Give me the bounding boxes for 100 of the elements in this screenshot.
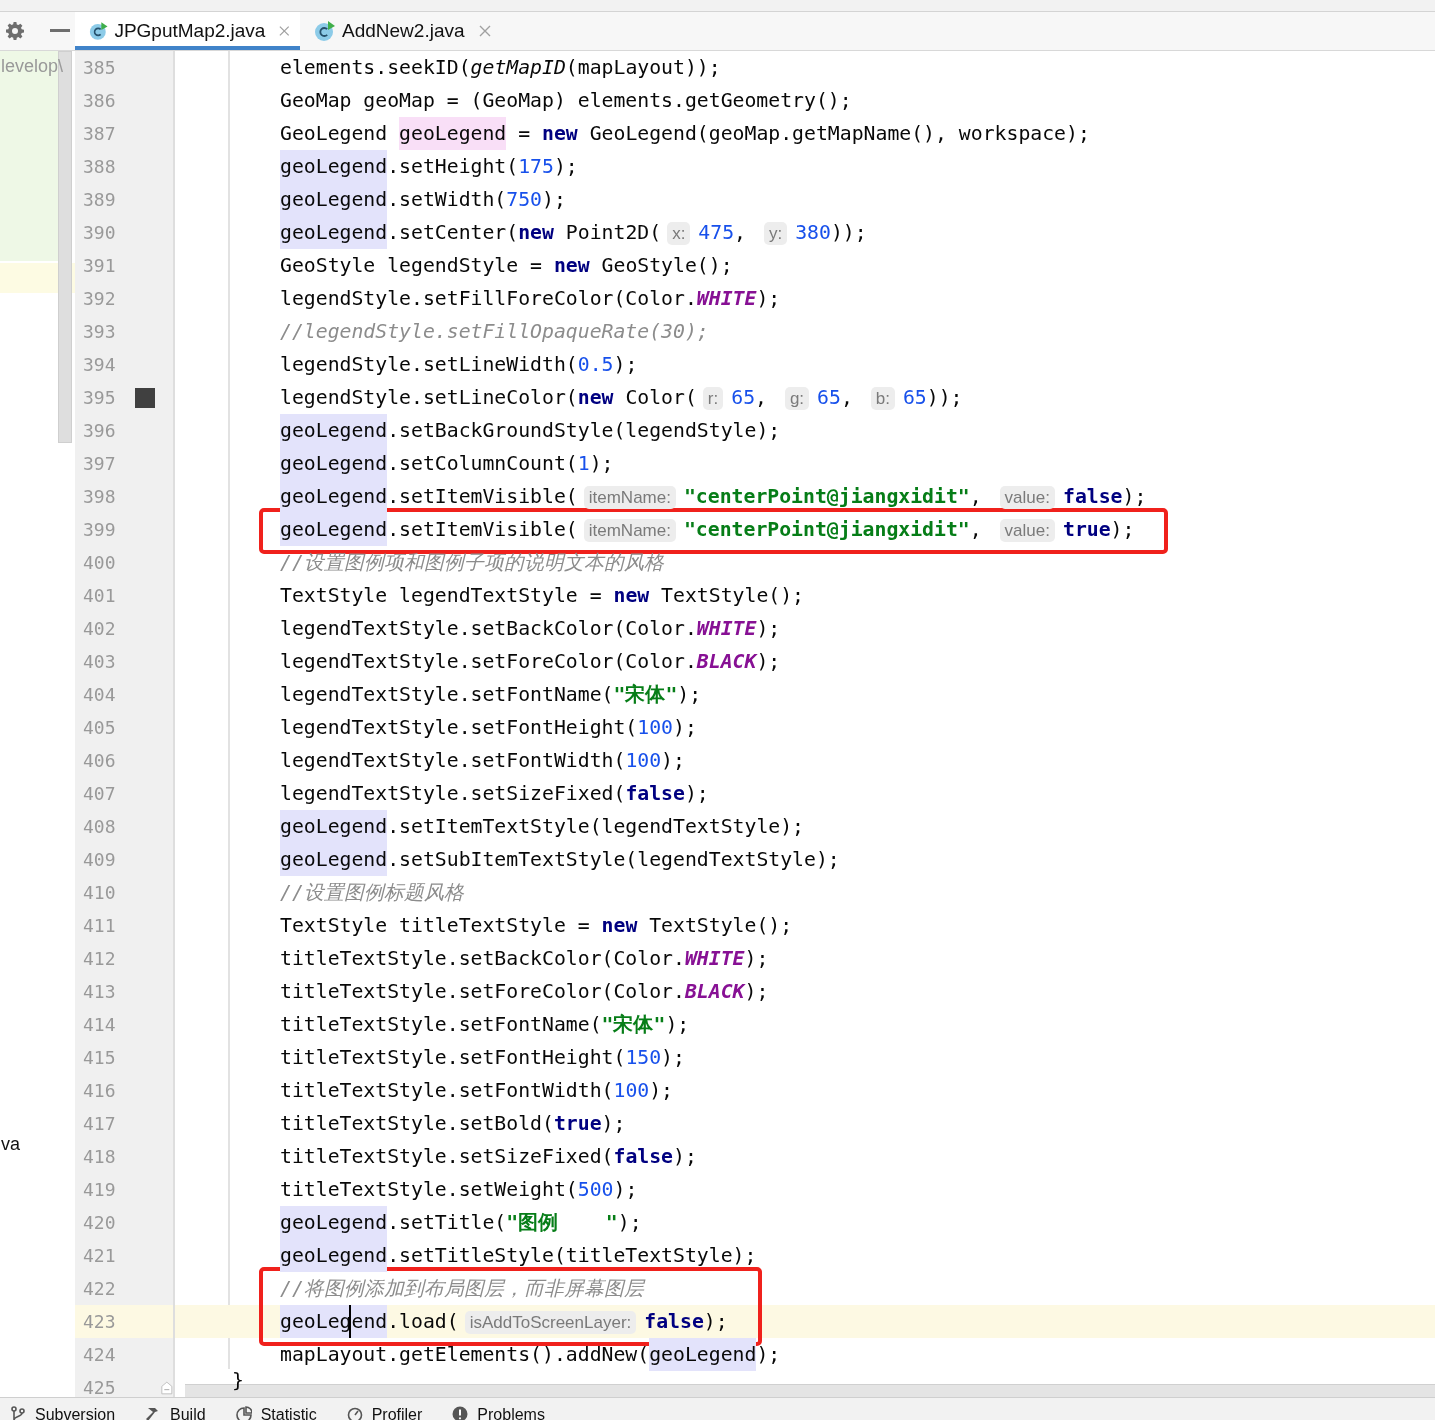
code-line: titleTextStyle.setSizeFixed(false); — [279, 1144, 698, 1170]
line-number: 418 — [82, 1146, 117, 1167]
code-line: legendTextStyle.setFontHeight(100); — [279, 715, 698, 741]
minimize-icon[interactable] — [50, 29, 70, 33]
line-number: 425 — [82, 1377, 117, 1398]
code-line: //设置图例项和图例子项的说明文本的风格 — [279, 550, 665, 576]
tool-window-button[interactable]: Subversion — [10, 1398, 116, 1420]
line-number: 419 — [82, 1179, 117, 1200]
line-number: 413 — [82, 981, 117, 1002]
line-number: 405 — [82, 717, 117, 738]
code-line: geoLegend.setItemVisible( itemName: "centerPoint@jiangxidit", value: true); — [280, 513, 1135, 546]
branch-icon — [10, 1406, 26, 1420]
code-line: legendStyle.setLineWidth(0.5); — [279, 352, 639, 378]
project-tree-item[interactable]: va — [1, 1134, 20, 1155]
code-line: titleTextStyle.setBackColor(Color.WHITE); — [279, 946, 770, 972]
pie-chart-icon — [235, 1406, 252, 1420]
line-number: 412 — [82, 948, 117, 969]
line-number: 404 — [82, 684, 117, 705]
line-number: 394 — [82, 354, 117, 375]
line-number: 402 — [82, 618, 117, 639]
code-line: legendTextStyle.setBackColor(Color.WHITE); — [279, 616, 782, 642]
line-number: 397 — [82, 453, 117, 474]
code-line: legendTextStyle.setFontName("宋体"); — [279, 682, 703, 708]
line-number: 400 — [82, 552, 117, 573]
class-icon — [314, 20, 336, 42]
line-number: 416 — [82, 1080, 117, 1101]
code-line: mapLayout.getElements().addNew(geoLegend); — [175, 1338, 1435, 1371]
code-line: geoLegend.load( isAddToScreenLayer: false); — [280, 1305, 728, 1338]
code-line: //legendStyle.setFillOpaqueRate(30); — [279, 319, 710, 345]
line-number: 415 — [82, 1047, 117, 1068]
code-line: GeoStyle legendStyle = new GeoStyle(); — [279, 253, 734, 279]
code-line: GeoLegend geoLegend = new GeoLegend(geoMap.getMapName(), workspace); — [175, 117, 1435, 150]
line-number: 409 — [82, 849, 117, 870]
code-line: legendTextStyle.setForeColor(Color.BLACK); — [279, 649, 782, 675]
line-number: 398 — [82, 486, 117, 507]
line-number: 390 — [82, 222, 117, 243]
line-number: 395 — [82, 387, 117, 408]
close-icon[interactable] — [478, 25, 491, 37]
line-number: 406 — [82, 750, 117, 771]
code-line: geoLegend.setSubItemTextStyle(legendTextStyle); — [175, 843, 1435, 876]
line-number: 421 — [82, 1245, 117, 1266]
line-number: 403 — [82, 651, 117, 672]
code-line: } — [231, 1371, 244, 1389]
line-number: 399 — [82, 519, 117, 540]
class-icon — [89, 20, 109, 42]
fold-icon[interactable] — [161, 1379, 173, 1396]
code-line: geoLegend.setWidth(750); — [175, 183, 1435, 216]
settings-icon[interactable] — [5, 21, 25, 41]
alert-icon — [452, 1406, 469, 1420]
code-line: legendTextStyle.setSizeFixed(false); — [279, 781, 710, 807]
code-line: //将图例添加到布局图层，而非屏幕图层 — [280, 1276, 647, 1302]
close-icon[interactable] — [279, 25, 290, 37]
code-line: geoLegend.setHeight(175); — [175, 150, 1435, 183]
code-line: titleTextStyle.setFontHeight(150); — [279, 1045, 686, 1071]
line-number: 417 — [82, 1113, 117, 1134]
file-tab[interactable]: JPGputMap2.java — [75, 12, 300, 50]
line-number: 422 — [82, 1278, 117, 1299]
color-swatch-icon[interactable] — [135, 387, 155, 408]
code-line: geoLegend.setItemTextStyle(legendTextStyle); — [175, 810, 1435, 843]
gauge-icon — [346, 1406, 363, 1420]
line-number: 387 — [82, 123, 117, 144]
line-number: 423 — [82, 1311, 117, 1332]
code-line: legendStyle.setFillForeColor(Color.WHITE); — [279, 286, 782, 312]
line-number: 411 — [82, 915, 117, 936]
code-line: geoLegend.setCenter(new Point2D( x: 475, y: 380)); — [175, 216, 1435, 249]
code-line: geoLegend.setTitleStyle(titleTextStyle); — [175, 1239, 1435, 1272]
code-line: //设置图例标题风格 — [279, 880, 465, 906]
code-line: titleTextStyle.setBold(true); — [279, 1111, 627, 1137]
line-number: 385 — [82, 57, 117, 78]
tool-window-button[interactable]: Problems — [452, 1398, 545, 1420]
code-line: titleTextStyle.setFontWidth(100); — [279, 1078, 675, 1104]
line-number: 388 — [82, 156, 117, 177]
tool-window-button[interactable]: Build — [145, 1398, 206, 1420]
code-line: titleTextStyle.setWeight(500); — [279, 1177, 639, 1203]
code-line: TextStyle titleTextStyle = new TextStyle(); — [279, 913, 794, 939]
line-number: 396 — [82, 420, 117, 441]
code-line: geoLegend.setTitle("图例 "); — [175, 1206, 1435, 1239]
tool-window-button[interactable]: Profiler — [346, 1398, 423, 1420]
line-number: 408 — [82, 816, 117, 837]
code-line: geoLegend.setColumnCount(1); — [175, 447, 1435, 480]
line-number: 392 — [82, 288, 117, 309]
line-number: 420 — [82, 1212, 117, 1233]
line-number: 410 — [82, 882, 117, 903]
code-line: geoLegend.setItemVisible( itemName: "centerPoint@jiangxidit", value: false); — [175, 480, 1435, 513]
code-line: GeoMap geoMap = (GeoMap) elements.getGeometry(); — [279, 88, 853, 114]
code-line: legendTextStyle.setFontWidth(100); — [279, 748, 686, 774]
line-number: 401 — [82, 585, 117, 606]
tool-window-button[interactable]: Statistic — [235, 1398, 317, 1420]
line-number: 424 — [82, 1344, 117, 1365]
code-line: titleTextStyle.setForeColor(Color.BLACK); — [279, 979, 770, 1005]
line-number: 391 — [82, 255, 117, 276]
code-line: TextStyle legendTextStyle = new TextStyle(); — [279, 583, 806, 609]
code-line: geoLegend.setBackGroundStyle(legendStyle); — [175, 414, 1435, 447]
line-number: 407 — [82, 783, 117, 804]
code-line: elements.seekID(getMapID(mapLayout)); — [279, 55, 722, 81]
file-tab[interactable]: AddNew2.java — [300, 12, 501, 50]
line-number: 393 — [82, 321, 117, 342]
line-number: 386 — [82, 90, 117, 111]
line-number: 414 — [82, 1014, 117, 1035]
code-line: legendStyle.setLineColor(new Color( r: 65, g: 65, b: 65)); — [279, 385, 964, 412]
